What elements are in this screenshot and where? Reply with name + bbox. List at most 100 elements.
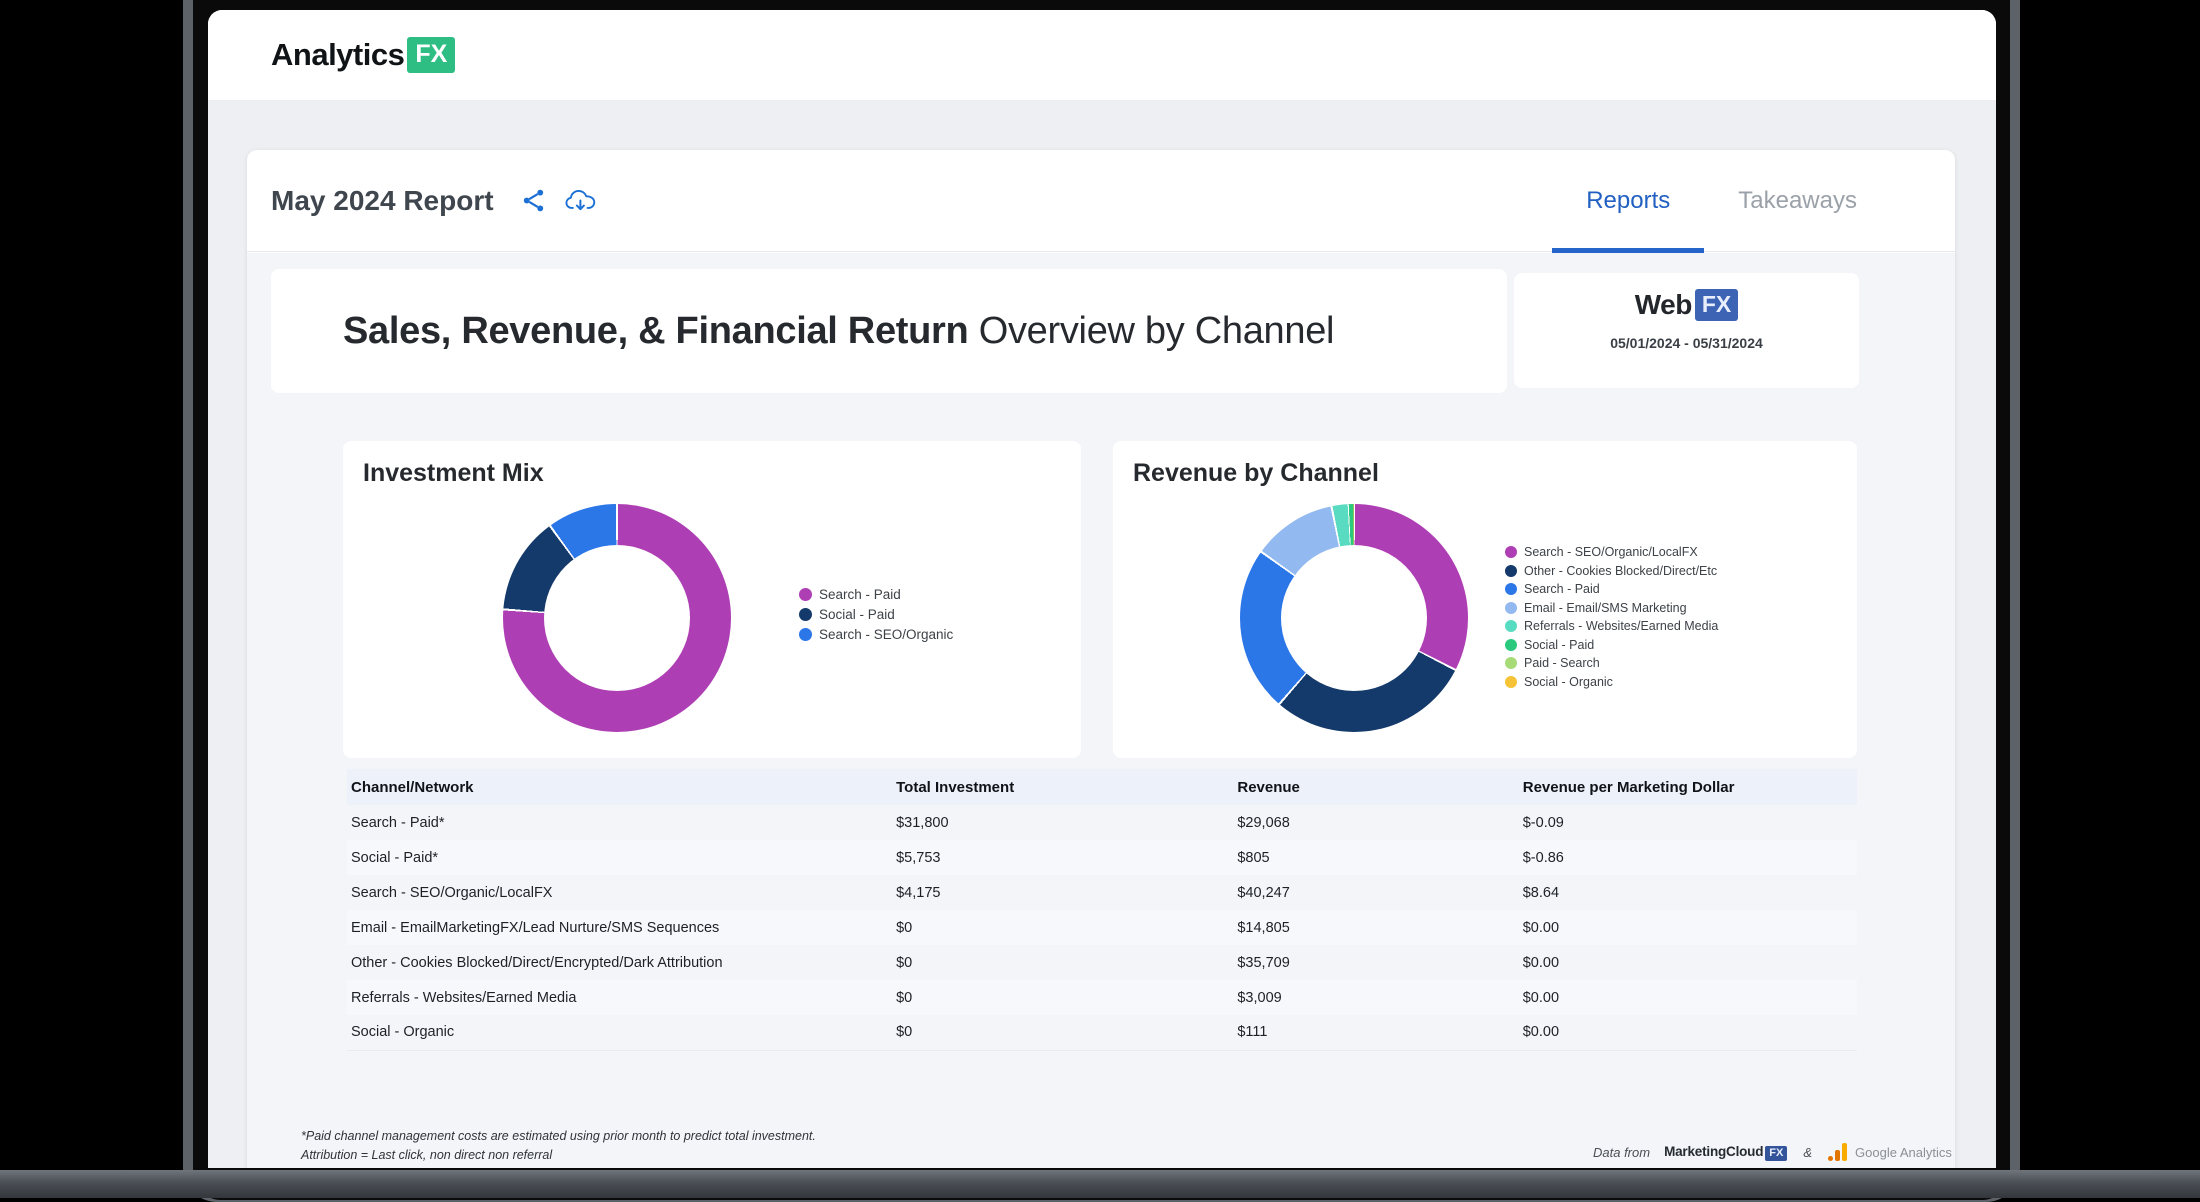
table-row: Other - Cookies Blocked/Direct/Encrypted… xyxy=(347,945,1857,980)
table-cell: Email - EmailMarketingFX/Lead Nurture/SM… xyxy=(347,910,892,945)
report-title-regular: Overview by Channel xyxy=(968,310,1334,352)
investment-mix-title: Investment Mix xyxy=(363,459,544,488)
legend-swatch-icon xyxy=(799,608,812,621)
legend-swatch-icon xyxy=(1505,676,1517,688)
table-cell: $0 xyxy=(892,945,1233,980)
legend-item: Other - Cookies Blocked/Direct/Etc xyxy=(1505,564,1718,578)
google-analytics-label: Google Analytics xyxy=(1855,1145,1952,1160)
legend-label: Social - Organic xyxy=(1524,675,1613,689)
table-cell: $805 xyxy=(1233,840,1518,875)
table-cell: $8.64 xyxy=(1519,875,1857,910)
revenue-by-channel-donut-chart xyxy=(1240,504,1468,732)
legend-label: Paid - Search xyxy=(1524,656,1600,670)
top-app-bar: AnalyticsFX xyxy=(208,10,1996,100)
legend-label: Social - Paid xyxy=(819,607,895,622)
table-cell: Search - SEO/Organic/LocalFX xyxy=(347,875,892,910)
legend-label: Search - SEO/Organic/LocalFX xyxy=(1524,545,1698,559)
investment-mix-legend: Search - Paid Social - Paid Search - SEO/O… xyxy=(799,587,953,642)
investment-mix-donut-chart xyxy=(503,504,731,732)
legend-item: Social - Organic xyxy=(1505,675,1718,689)
table-cell: Referrals - Websites/Earned Media xyxy=(347,980,892,1015)
legend-swatch-icon xyxy=(1505,620,1517,632)
table-cell: $0 xyxy=(892,1015,1233,1050)
tab-takeaways-label: Takeaways xyxy=(1738,187,1857,215)
legend-swatch-icon xyxy=(799,588,812,601)
table-cell: $0.00 xyxy=(1519,910,1857,945)
table-header-cell: Total Investment xyxy=(892,769,1233,805)
cloud-download-icon[interactable] xyxy=(565,187,598,214)
legend-swatch-icon xyxy=(1505,546,1517,558)
table-row: Search - Paid*$31,800$29,068$-0.09 xyxy=(347,805,1857,840)
table-cell: $4,175 xyxy=(892,875,1233,910)
legend-label: Email - Email/SMS Marketing xyxy=(1524,601,1687,615)
marketingcloudfx-logo: MarketingCloudFX xyxy=(1664,1143,1787,1161)
legend-label: Search - SEO/Organic xyxy=(819,627,953,642)
marketingcloudfx-fx-badge: FX xyxy=(1765,1146,1787,1161)
table-body: Search - Paid*$31,800$29,068$-0.09Social… xyxy=(347,805,1857,1050)
legend-swatch-icon xyxy=(1505,639,1517,651)
footnotes: *Paid channel management costs are estim… xyxy=(301,1127,816,1165)
report-title: Sales, Revenue, & Financial Return Overv… xyxy=(343,310,1334,353)
google-analytics-icon xyxy=(1828,1143,1847,1161)
report-title-bold: Sales, Revenue, & Financial Return xyxy=(343,310,968,352)
table-cell: Other - Cookies Blocked/Direct/Encrypted… xyxy=(347,945,892,980)
tab-reports-label: Reports xyxy=(1586,187,1670,215)
footnote-line: *Paid channel management costs are estim… xyxy=(301,1127,816,1146)
share-icon[interactable] xyxy=(520,187,547,214)
footnote-line: Attribution = Last click, non direct non… xyxy=(301,1146,816,1165)
revenue-by-channel-legend: Search - SEO/Organic/LocalFX Other - Cook… xyxy=(1505,545,1718,689)
legend-label: Referrals - Websites/Earned Media xyxy=(1524,619,1718,633)
channel-table: Channel/NetworkTotal InvestmentRevenue Re… xyxy=(347,769,1857,1051)
table-cell: $0.00 xyxy=(1519,980,1857,1015)
revenue-by-channel-panel: Revenue by Channel Search - SEO/Organic/… xyxy=(1113,441,1857,758)
legend-item: Social - Paid xyxy=(1505,638,1718,652)
table-row: Social - Paid*$5,753$805$-0.86 xyxy=(347,840,1857,875)
table-cell: $0.00 xyxy=(1519,1015,1857,1050)
table-row: Referrals - Websites/Earned Media$0$3,00… xyxy=(347,980,1857,1015)
table-cell: $5,753 xyxy=(892,840,1233,875)
table-cell: $29,068 xyxy=(1233,805,1518,840)
tab-takeaways[interactable]: Takeaways xyxy=(1704,150,1891,252)
report-card: May 2024 Report xyxy=(247,150,1955,1168)
revenue-by-channel-title: Revenue by Channel xyxy=(1133,459,1379,488)
ampersand: & xyxy=(1803,1145,1812,1160)
table-cell: $0 xyxy=(892,980,1233,1015)
table-cell: $-0.86 xyxy=(1519,840,1857,875)
legend-swatch-icon xyxy=(1505,602,1517,614)
table-header-cell: Channel/Network xyxy=(347,769,892,805)
webfx-brand-panel: WebFX 05/01/2024 - 05/31/2024 xyxy=(1514,273,1859,388)
webfx-logo: WebFX xyxy=(1514,289,1859,321)
report-date-range: 05/01/2024 - 05/31/2024 xyxy=(1514,335,1859,351)
legend-item: Social - Paid xyxy=(799,607,953,622)
legend-item: Paid - Search xyxy=(1505,656,1718,670)
investment-mix-panel: Investment Mix Search - Paid Social - Pai… xyxy=(343,441,1081,758)
legend-label: Search - Paid xyxy=(819,587,901,602)
report-title-panel: Sales, Revenue, & Financial Return Overv… xyxy=(271,269,1507,393)
report-tabs: Reports Takeaways xyxy=(1552,150,1891,252)
content-area: May 2024 Report xyxy=(208,100,1996,1168)
table-cell: Social - Paid* xyxy=(347,840,892,875)
data-attribution: Data from MarketingCloudFX & Google Anal… xyxy=(1593,1143,1952,1161)
webfx-logo-word: Web xyxy=(1635,289,1692,321)
legend-item: Search - Paid xyxy=(1505,582,1718,596)
table-cell: $-0.09 xyxy=(1519,805,1857,840)
legend-label: Search - Paid xyxy=(1524,582,1600,596)
tab-reports[interactable]: Reports xyxy=(1552,150,1704,252)
table-row: Social - Organic$0$111$0.00 xyxy=(347,1015,1857,1050)
table-header-cell: Revenue xyxy=(1233,769,1518,805)
table-cell: $14,805 xyxy=(1233,910,1518,945)
legend-item: Email - Email/SMS Marketing xyxy=(1505,601,1718,615)
table-cell: $0 xyxy=(892,910,1233,945)
table-row: Email - EmailMarketingFX/Lead Nurture/SM… xyxy=(347,910,1857,945)
legend-item: Search - SEO/Organic/LocalFX xyxy=(1505,545,1718,559)
legend-item: Search - Paid xyxy=(799,587,953,602)
legend-swatch-icon xyxy=(1505,583,1517,595)
legend-label: Social - Paid xyxy=(1524,638,1594,652)
table-cell: $31,800 xyxy=(892,805,1233,840)
legend-swatch-icon xyxy=(1505,657,1517,669)
legend-swatch-icon xyxy=(1505,565,1517,577)
app-window: AnalyticsFX May 2024 Report xyxy=(208,10,1996,1168)
table-cell: $35,709 xyxy=(1233,945,1518,980)
legend-item: Search - SEO/Organic xyxy=(799,627,953,642)
marketingcloudfx-word: MarketingCloud xyxy=(1664,1144,1763,1159)
